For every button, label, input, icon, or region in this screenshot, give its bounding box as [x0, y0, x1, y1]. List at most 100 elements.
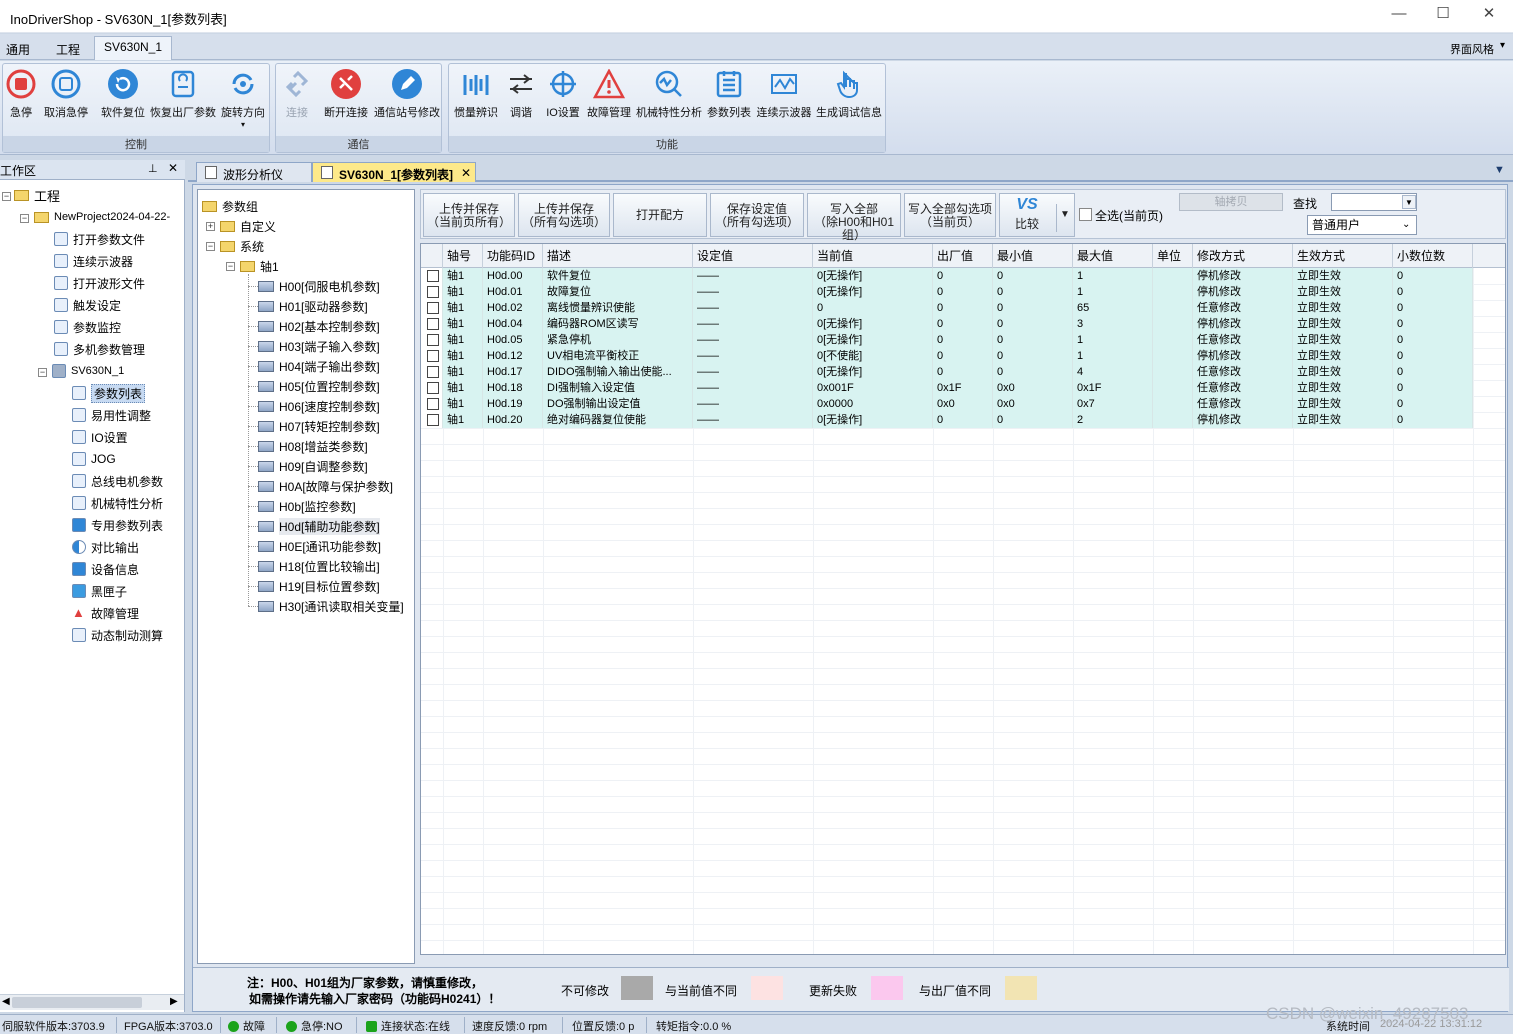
- tree-param-group[interactable]: H0d[辅助功能参数]: [258, 516, 380, 536]
- table-row[interactable]: 轴1 H0d.19 DO强制输出设定值 —— 0x0000 0x0 0x0 0x7 任意修改 立即…: [421, 396, 1473, 412]
- tree-item-mech-analysis[interactable]: 机械特性分析: [72, 493, 163, 513]
- open-recipe-button[interactable]: 打开配方: [613, 193, 707, 237]
- cell-set[interactable]: ——: [693, 268, 813, 284]
- tree-param-group[interactable]: H04[端子输出参数]: [258, 356, 380, 376]
- expand-icon[interactable]: +: [206, 222, 215, 231]
- cell-set[interactable]: ——: [693, 364, 813, 380]
- tree-axis1[interactable]: 轴1: [240, 256, 279, 276]
- upload-save-page-button[interactable]: 上传并保存 （当前页所有）: [423, 193, 515, 237]
- select-all-checkbox[interactable]: [1079, 208, 1092, 221]
- tree-param-group[interactable]: H03[端子输入参数]: [258, 336, 380, 356]
- header-effect[interactable]: 生效方式: [1293, 244, 1393, 268]
- ribbon-tab-sv630n[interactable]: SV630N_1: [94, 36, 172, 60]
- tree-item-open-wave[interactable]: 打开波形文件: [54, 273, 145, 293]
- row-checkbox[interactable]: [427, 398, 439, 410]
- station-modify-button[interactable]: 通信站号修改: [374, 68, 440, 120]
- row-checkbox[interactable]: [427, 302, 439, 314]
- header-unit[interactable]: 单位: [1153, 244, 1193, 268]
- cell-set[interactable]: ——: [693, 396, 813, 412]
- row-checkbox[interactable]: [427, 334, 439, 346]
- table-row[interactable]: 轴1 H0d.18 DI强制输入设定值 —— 0x001F 0x1F 0x0 0x1F 任意修改…: [421, 380, 1473, 396]
- close-button[interactable]: ✕: [1474, 4, 1504, 26]
- tree-param-group[interactable]: H06[速度控制参数]: [258, 396, 380, 416]
- tree-item-device[interactable]: SV630N_1: [52, 361, 124, 381]
- ribbon-tab-general[interactable]: 通用: [0, 38, 36, 58]
- table-row[interactable]: 轴1 H0d.02 离线惯量辨识使能 —— 0 0 0 65 任意修改 立即生效 0: [421, 300, 1473, 316]
- table-row[interactable]: 轴1 H0d.12 UV相电流平衡校正 —— 0[不使能] 0 0 1 停机修改 立即生效 0: [421, 348, 1473, 364]
- chevron-down-icon[interactable]: ▼: [1060, 208, 1070, 221]
- connect-button[interactable]: 连接: [280, 68, 314, 120]
- tree-item-scope[interactable]: 连续示波器: [54, 251, 133, 271]
- collapse-icon[interactable]: −: [206, 242, 215, 251]
- tree-param-group[interactable]: H18[位置比较输出]: [258, 556, 380, 576]
- table-row[interactable]: 轴1 H0d.04 编码器ROM区读写 —— 0[无操作] 0 0 3 停机修改 立即生效 0: [421, 316, 1473, 332]
- tree-item-device-info[interactable]: 设备信息: [72, 559, 139, 579]
- row-checkbox[interactable]: [427, 366, 439, 378]
- row-checkbox[interactable]: [427, 414, 439, 426]
- scroll-right-icon[interactable]: ▶: [170, 996, 178, 1007]
- ribbon-tab-project[interactable]: 工程: [50, 38, 86, 58]
- tree-item-trigger[interactable]: 触发设定: [54, 295, 121, 315]
- tree-param-group[interactable]: H0E[通讯功能参数]: [258, 536, 381, 556]
- tree-param-group[interactable]: H19[目标位置参数]: [258, 576, 380, 596]
- tree-item-special-params[interactable]: 专用参数列表: [72, 515, 163, 535]
- collapse-icon[interactable]: −: [38, 368, 47, 377]
- table-row[interactable]: 轴1 H0d.05 紧急停机 —— 0[无操作] 0 0 1 任意修改 立即生效 0: [421, 332, 1473, 348]
- collapse-icon[interactable]: −: [226, 262, 235, 271]
- header-decimals[interactable]: 小数位数: [1393, 244, 1473, 268]
- collapse-icon[interactable]: −: [20, 214, 29, 223]
- chevron-down-icon[interactable]: ▾: [1500, 40, 1505, 51]
- tree-item-io[interactable]: IO设置: [72, 427, 128, 447]
- tree-item-easy-adjust[interactable]: 易用性调整: [72, 405, 151, 425]
- tree-param-group[interactable]: H02[基本控制参数]: [258, 316, 380, 336]
- row-checkbox[interactable]: [427, 270, 439, 282]
- header-min[interactable]: 最小值: [993, 244, 1073, 268]
- cell-set[interactable]: ——: [693, 284, 813, 300]
- table-row[interactable]: 轴1 H0d.20 绝对编码器复位使能 —— 0[无操作] 0 0 2 停机修改 立即生效 0: [421, 412, 1473, 428]
- header-factory[interactable]: 出厂值: [933, 244, 993, 268]
- factory-reset-button[interactable]: 恢复出厂参数: [149, 68, 217, 120]
- close-tab-icon[interactable]: ✕: [461, 166, 471, 180]
- tree-item-dynamic-brake[interactable]: 动态制动测算: [72, 625, 163, 645]
- header-set[interactable]: 设定值: [693, 244, 813, 268]
- table-row[interactable]: 轴1 H0d.17 DIDO强制输入输出使能... —— 0[无操作] 0 0 4 任意修改 立即…: [421, 364, 1473, 380]
- tree-param-group[interactable]: H07[转矩控制参数]: [258, 416, 380, 436]
- tree-item-open-param-file[interactable]: 打开参数文件: [54, 229, 145, 249]
- tree-param-group[interactable]: H30[通讯读取相关变量]: [258, 596, 404, 616]
- header-desc[interactable]: 描述: [543, 244, 693, 268]
- row-checkbox[interactable]: [427, 286, 439, 298]
- header-current[interactable]: 当前值: [813, 244, 933, 268]
- header-max[interactable]: 最大值: [1073, 244, 1153, 268]
- cell-set[interactable]: ——: [693, 316, 813, 332]
- scrollbar-thumb[interactable]: [12, 997, 142, 1008]
- tab-list-dropdown-icon[interactable]: ▼: [1494, 164, 1505, 176]
- write-all-button[interactable]: 写入全部 （除H00和H01组）: [807, 193, 901, 242]
- user-level-select[interactable]: 普通用户 ⌄: [1307, 215, 1417, 235]
- minimize-button[interactable]: —: [1384, 4, 1414, 26]
- write-checked-button[interactable]: 写入全部勾选项 （当前页）: [904, 193, 996, 237]
- axis-copy-button[interactable]: 轴拷贝: [1179, 193, 1283, 211]
- tree-item-jog[interactable]: JOG: [72, 449, 116, 469]
- mech-analysis-button[interactable]: 机械特性分析: [635, 68, 703, 120]
- tree-param-group[interactable]: H00[伺服电机参数]: [258, 276, 380, 296]
- maximize-button[interactable]: ☐: [1428, 4, 1458, 26]
- row-checkbox[interactable]: [427, 318, 439, 330]
- compare-button[interactable]: VS 比较 ▼: [999, 193, 1075, 237]
- cell-set[interactable]: ——: [693, 332, 813, 348]
- tree-custom[interactable]: 自定义: [220, 216, 276, 236]
- tree-item-compare[interactable]: 对比输出: [72, 537, 139, 557]
- row-checkbox[interactable]: [427, 382, 439, 394]
- header-modify[interactable]: 修改方式: [1193, 244, 1293, 268]
- upload-save-checked-button[interactable]: 上传并保存 （所有勾选项）: [518, 193, 610, 237]
- tree-item-fault[interactable]: ▲ 故障管理: [72, 603, 139, 623]
- tree-item-param-list[interactable]: 参数列表: [72, 383, 146, 403]
- tuning-button[interactable]: 调谐: [505, 68, 537, 120]
- tree-system[interactable]: 系统: [220, 236, 264, 256]
- tree-param-group[interactable]: H01[驱动器参数]: [258, 296, 368, 316]
- chevron-down-icon[interactable]: ⌄: [1402, 216, 1410, 234]
- io-settings-button[interactable]: IO设置: [543, 68, 583, 120]
- table-row[interactable]: 轴1 H0d.01 故障复位 —— 0[无操作] 0 0 1 停机修改 立即生效 0: [421, 284, 1473, 300]
- tree-item-blackbox[interactable]: 黑匣子: [72, 581, 127, 601]
- fault-management-button[interactable]: 故障管理: [585, 68, 633, 120]
- ui-style-button[interactable]: 界面风格: [1444, 38, 1500, 58]
